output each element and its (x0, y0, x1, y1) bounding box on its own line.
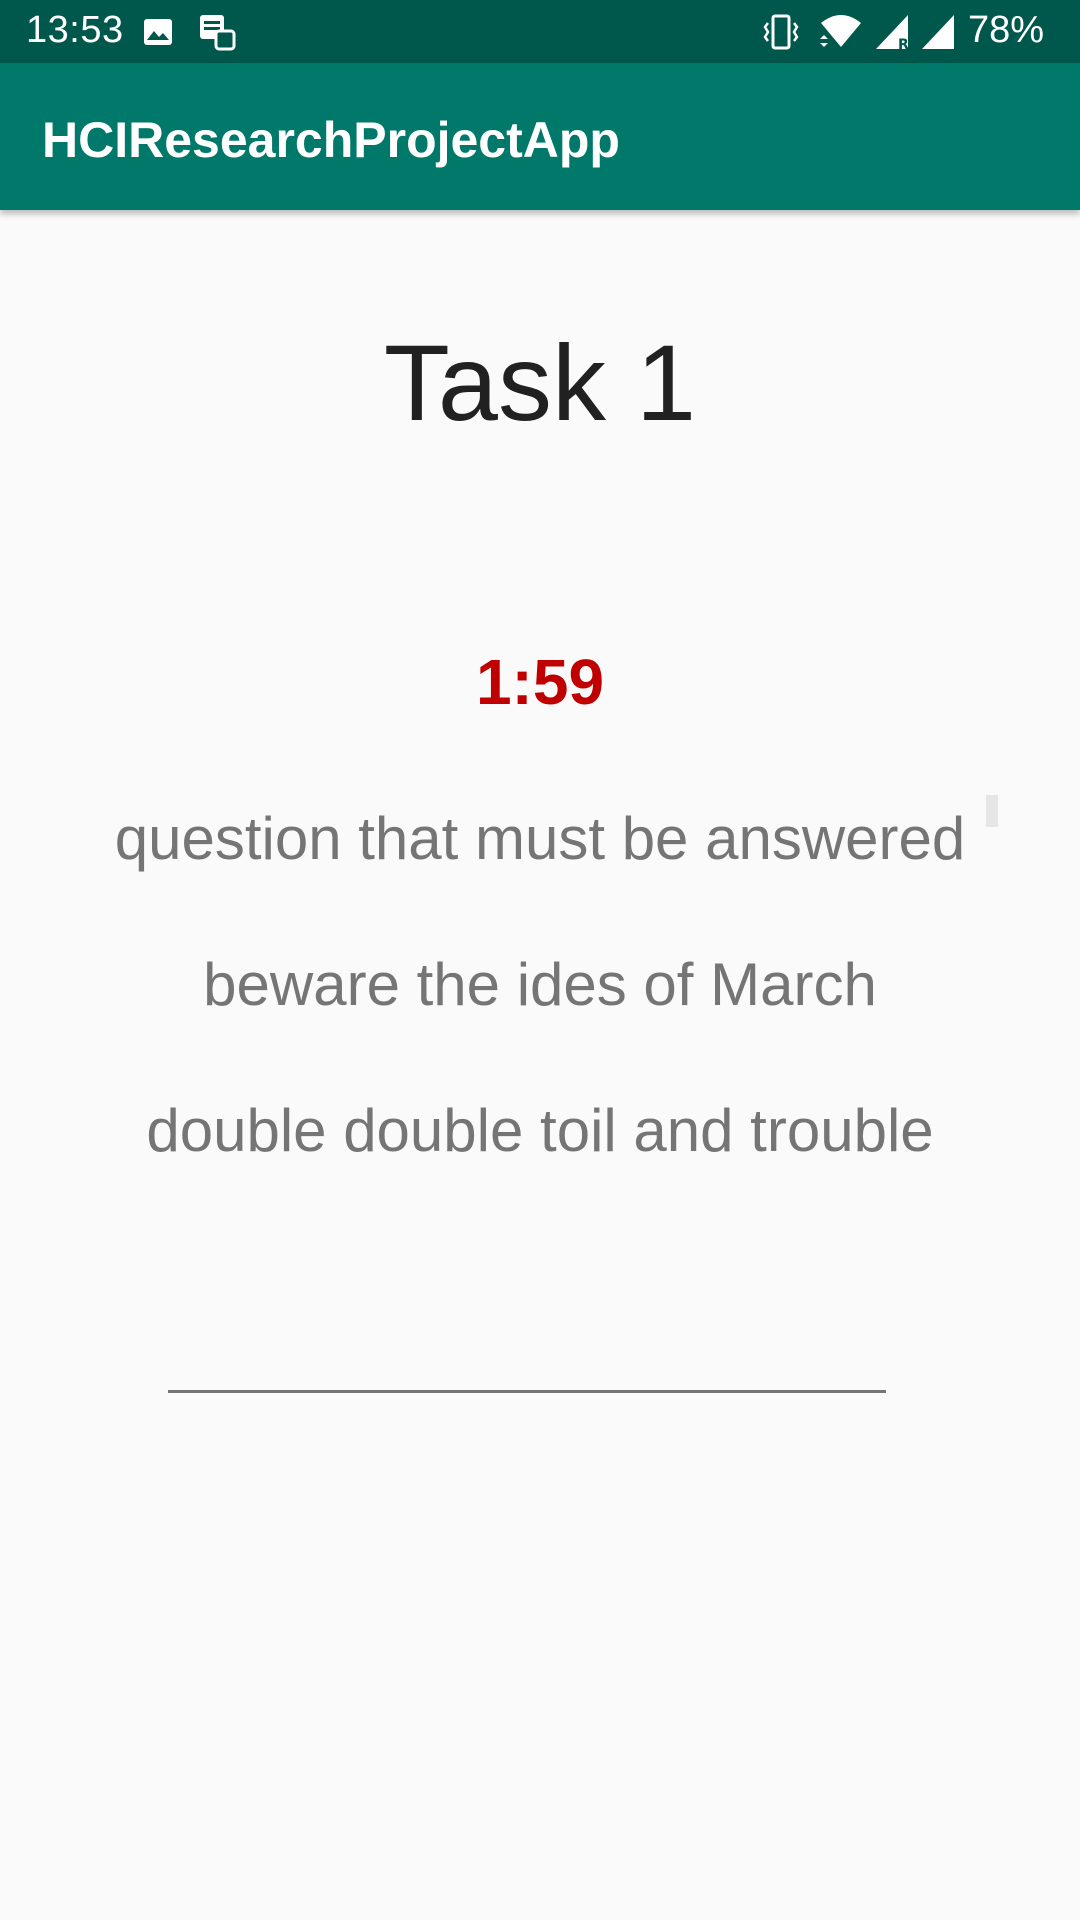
svg-text:R: R (898, 37, 909, 51)
notification-icon (198, 13, 236, 51)
answer-input[interactable] (168, 1290, 886, 1393)
battery-percentage: 78% (967, 9, 1044, 51)
status-time: 13:53 (26, 9, 124, 51)
app-bar: HCIResearchProjectApp (0, 63, 1080, 210)
signal-r-icon: R (874, 13, 914, 51)
vibrate-icon (762, 13, 800, 51)
countdown-timer: 1:59 (475, 646, 605, 718)
phrase-3: double double toil and trouble (146, 1097, 934, 1164)
wifi-icon (818, 13, 864, 51)
status-bar: 13:53 R 78% (0, 0, 1080, 63)
phrase-1: question that must be answered (114, 805, 966, 872)
phrase-2: beware the ides of March (203, 951, 877, 1018)
screen: 13:53 R 78% HCIResearchProjectApp Task 1… (0, 0, 1080, 1920)
task-title: Task 1 (383, 322, 697, 443)
app-title: HCIResearchProjectApp (42, 112, 620, 168)
text-cursor-handle (986, 795, 998, 827)
image-icon (143, 13, 173, 51)
signal-icon (920, 13, 958, 51)
